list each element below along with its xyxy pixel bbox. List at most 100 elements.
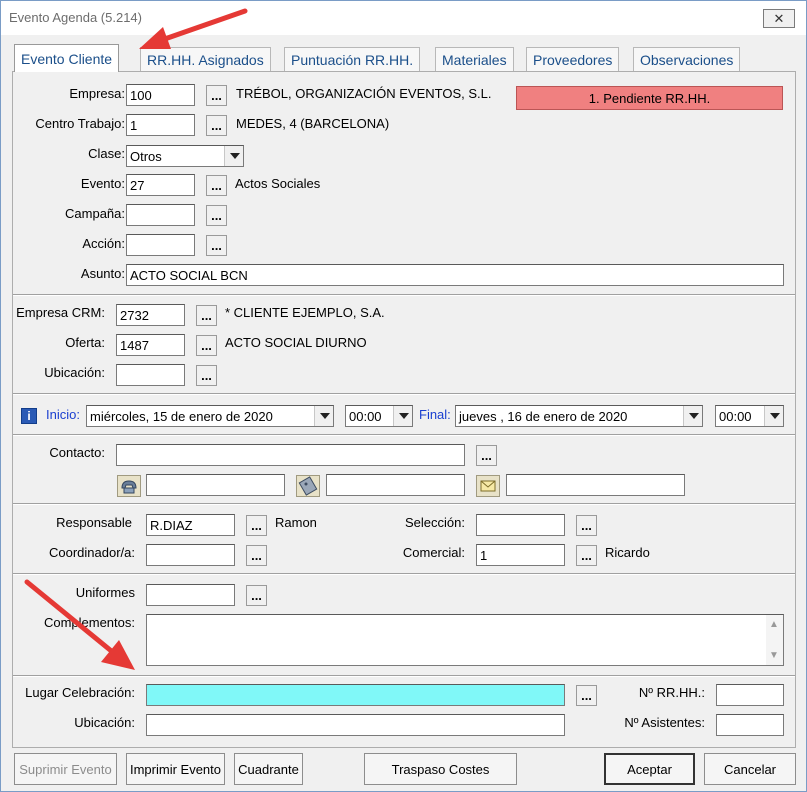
- inicio-date-picker[interactable]: miércoles, 15 de enero de 2020: [86, 405, 334, 427]
- imprimir-evento-button[interactable]: Imprimir Evento: [126, 753, 225, 785]
- ubicacion-celebracion-input[interactable]: [146, 714, 565, 736]
- movil-input[interactable]: [326, 474, 465, 496]
- window-title: Evento Agenda (5.214): [9, 10, 142, 25]
- final-dropdown-icon[interactable]: [683, 406, 702, 426]
- seleccion-input[interactable]: [476, 514, 565, 536]
- coordinador-input[interactable]: [146, 544, 235, 566]
- uniformes-input[interactable]: [146, 584, 235, 606]
- final-time-select[interactable]: 00:00: [715, 405, 784, 427]
- complementos-scrollbar[interactable]: ▲ ▼: [766, 615, 783, 665]
- accion-input[interactable]: [126, 234, 195, 256]
- tab-puntuacion-rrhh[interactable]: Puntuación RR.HH.: [284, 47, 421, 71]
- asunto-input[interactable]: ACTO SOCIAL BCN: [126, 264, 784, 286]
- oferta-lookup-button[interactable]: ...: [196, 335, 217, 356]
- centro-label: Centro Trabajo:: [35, 116, 125, 131]
- n-rrhh-label: Nº RR.HH.:: [638, 685, 705, 700]
- inicio-time-select[interactable]: 00:00: [345, 405, 413, 427]
- status-button[interactable]: 1. Pendiente RR.HH.: [516, 86, 783, 110]
- scroll-down-icon[interactable]: ▼: [769, 650, 779, 661]
- tab-evento-cliente[interactable]: Evento Cliente: [14, 44, 120, 72]
- empresa-label: Empresa:: [69, 86, 125, 101]
- inicio-time-dropdown-icon[interactable]: [393, 406, 412, 426]
- empresa-crm-description: * CLIENTE EJEMPLO, S.A.: [225, 305, 385, 320]
- suprimir-evento-button[interactable]: Suprimir Evento: [14, 753, 117, 785]
- separator: [13, 434, 795, 436]
- lugar-celebracion-lookup-button[interactable]: ...: [576, 685, 597, 706]
- evento-label: Evento:: [80, 176, 125, 191]
- final-time-dropdown-icon[interactable]: [764, 406, 783, 426]
- info-icon: i: [21, 408, 37, 424]
- final-date-picker[interactable]: jueves , 16 de enero de 2020: [455, 405, 703, 427]
- accion-lookup-button[interactable]: ...: [206, 235, 227, 256]
- empresa-description: TRÉBOL, ORGANIZACIÓN EVENTOS, S.L.: [236, 86, 492, 101]
- oferta-label: Oferta:: [65, 335, 105, 350]
- scroll-up-icon[interactable]: ▲: [769, 619, 779, 630]
- ubicacion-input[interactable]: [116, 364, 185, 386]
- campana-lookup-button[interactable]: ...: [206, 205, 227, 226]
- inicio-dropdown-icon[interactable]: [314, 406, 333, 426]
- tab-proveedores[interactable]: Proveedores: [526, 47, 620, 71]
- ubicacion-label: Ubicación:: [44, 365, 105, 380]
- lugar-celebracion-label: Lugar Celebración:: [25, 685, 135, 700]
- responsable-description: Ramon: [275, 515, 317, 530]
- aceptar-button[interactable]: Aceptar: [604, 753, 695, 785]
- coordinador-label: Coordinador/a:: [49, 545, 135, 560]
- clase-dropdown-icon[interactable]: [224, 146, 243, 166]
- title-bar: Evento Agenda (5.214) ✕: [1, 1, 806, 35]
- centro-lookup-button[interactable]: ...: [206, 115, 227, 136]
- seleccion-label: Selección:: [405, 515, 465, 530]
- separator: [13, 393, 795, 395]
- coordinador-lookup-button[interactable]: ...: [246, 545, 267, 566]
- empresa-crm-lookup-button[interactable]: ...: [196, 305, 217, 326]
- responsable-lookup-button[interactable]: ...: [246, 515, 267, 536]
- traspaso-costes-button[interactable]: Traspaso Costes: [364, 753, 517, 785]
- inicio-time-value: 00:00: [349, 409, 382, 424]
- separator: [13, 503, 795, 505]
- contacto-lookup-button[interactable]: ...: [476, 445, 497, 466]
- email-input[interactable]: [506, 474, 685, 496]
- evento-lookup-button[interactable]: ...: [206, 175, 227, 196]
- n-asistentes-input[interactable]: [716, 714, 784, 736]
- clase-label: Clase:: [88, 146, 125, 161]
- n-asistentes-label: Nº Asistentes:: [624, 715, 705, 730]
- telefono-input[interactable]: [146, 474, 285, 496]
- clase-select[interactable]: Otros: [126, 145, 244, 167]
- tab-observaciones[interactable]: Observaciones: [633, 47, 741, 71]
- annotation-arrow-icon: [139, 8, 248, 49]
- contacto-label: Contacto:: [49, 445, 105, 460]
- evento-description: Actos Sociales: [235, 176, 321, 191]
- complementos-textarea[interactable]: ▲ ▼: [146, 614, 784, 666]
- contacto-input[interactable]: [116, 444, 465, 466]
- oferta-input[interactable]: 1487: [116, 334, 185, 356]
- n-rrhh-input[interactable]: [716, 684, 784, 706]
- comercial-lookup-button[interactable]: ...: [576, 545, 597, 566]
- responsable-input[interactable]: R.DIAZ: [146, 514, 235, 536]
- seleccion-lookup-button[interactable]: ...: [576, 515, 597, 536]
- campana-input[interactable]: [126, 204, 195, 226]
- empresa-lookup-button[interactable]: ...: [206, 85, 227, 106]
- comercial-description: Ricardo: [605, 545, 650, 560]
- close-button[interactable]: ✕: [763, 9, 795, 28]
- cuadrante-button[interactable]: Cuadrante: [234, 753, 303, 785]
- empresa-input[interactable]: 100: [126, 84, 195, 106]
- email-icon[interactable]: [476, 475, 500, 497]
- responsable-label: Responsable: [56, 515, 132, 530]
- comercial-input[interactable]: 1: [476, 544, 565, 566]
- empresa-crm-input[interactable]: 2732: [116, 304, 185, 326]
- separator: [13, 294, 795, 296]
- tab-materiales[interactable]: Materiales: [435, 47, 514, 71]
- separator: [13, 573, 795, 575]
- fax-icon[interactable]: [296, 475, 320, 497]
- inicio-date-value: miércoles, 15 de enero de 2020: [90, 409, 273, 424]
- centro-input[interactable]: 1: [126, 114, 195, 136]
- uniformes-lookup-button[interactable]: ...: [246, 585, 267, 606]
- phone-icon[interactable]: [117, 475, 141, 497]
- ubicacion-lookup-button[interactable]: ...: [196, 365, 217, 386]
- evento-input[interactable]: 27: [126, 174, 195, 196]
- lugar-celebracion-input[interactable]: [146, 684, 565, 706]
- cancelar-button[interactable]: Cancelar: [704, 753, 796, 785]
- annotation-arrow-icon: [24, 579, 135, 670]
- final-date-value: jueves , 16 de enero de 2020: [459, 409, 628, 424]
- centro-description: MEDES, 4 (BARCELONA): [236, 116, 390, 131]
- oferta-description: ACTO SOCIAL DIURNO: [225, 335, 367, 350]
